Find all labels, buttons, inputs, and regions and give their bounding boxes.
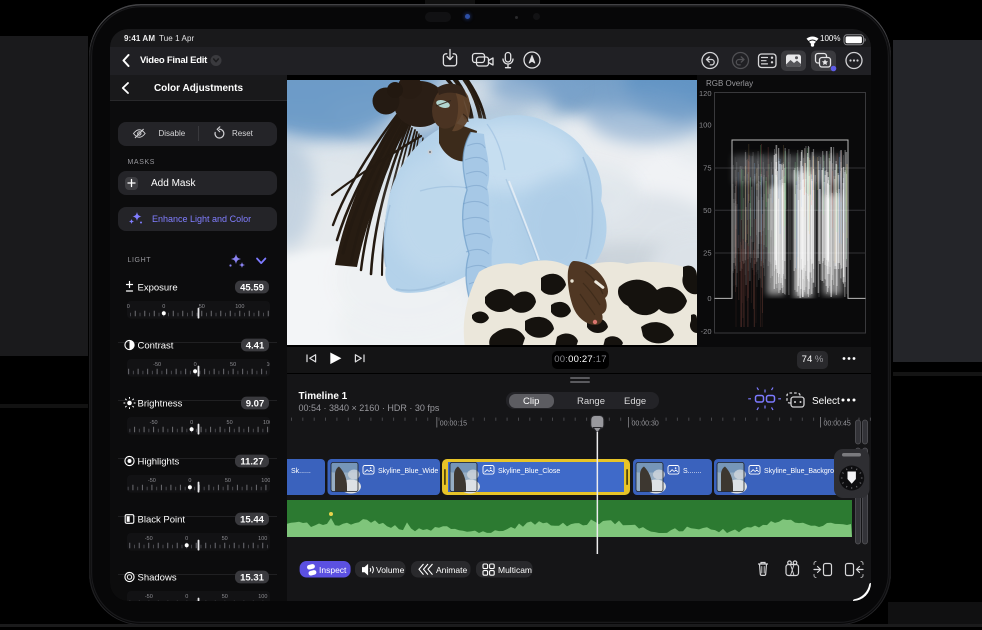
svg-text:Brightness: Brightness — [138, 399, 183, 410]
svg-text:Shadows: Shadows — [138, 573, 177, 584]
svg-text:50: 50 — [199, 304, 205, 310]
svg-text:50: 50 — [222, 594, 228, 600]
svg-text:0: 0 — [185, 536, 188, 542]
svg-text:Multicam: Multicam — [498, 565, 532, 575]
svg-text:100: 100 — [699, 121, 712, 130]
svg-text:Black Point: Black Point — [138, 515, 186, 526]
svg-text:Skyline_Blue_Close: Skyline_Blue_Close — [498, 468, 560, 475]
svg-text:50: 50 — [222, 536, 228, 542]
svg-text:50: 50 — [230, 362, 236, 368]
svg-text:25: 25 — [703, 249, 711, 258]
svg-text:75: 75 — [703, 164, 711, 173]
svg-text:00:00:30: 00:00:30 — [632, 421, 659, 428]
svg-text:Skyline_Blue_Wide: Skyline_Blue_Wide — [378, 468, 438, 475]
svg-text:S.......: S....... — [683, 468, 701, 475]
svg-text:9.07: 9.07 — [246, 399, 265, 410]
svg-text:Sk......: Sk...... — [291, 468, 311, 475]
svg-text:Highlights: Highlights — [138, 457, 180, 468]
svg-text:4.41: 4.41 — [246, 341, 265, 352]
svg-text:100: 100 — [258, 594, 267, 600]
svg-text:0: 0 — [707, 294, 711, 303]
svg-text:Animate: Animate — [436, 565, 467, 575]
svg-text:100: 100 — [258, 536, 267, 542]
svg-text:50: 50 — [227, 420, 233, 426]
svg-text:-50: -50 — [122, 304, 130, 310]
svg-text:100: 100 — [235, 304, 244, 310]
svg-text:Contrast: Contrast — [138, 341, 174, 352]
svg-text:00:00:15: 00:00:15 — [440, 421, 467, 428]
svg-text:50: 50 — [703, 206, 711, 215]
svg-text:0: 0 — [188, 478, 191, 484]
svg-text:150: 150 — [273, 304, 282, 310]
svg-text:120: 120 — [699, 89, 712, 98]
svg-text:100: 100 — [261, 478, 270, 484]
svg-text:Skyline_Blue_Backgroun: Skyline_Blue_Backgroun — [764, 468, 842, 475]
svg-text:00:00:45: 00:00:45 — [824, 421, 851, 428]
svg-text:15.31: 15.31 — [240, 573, 264, 584]
svg-text:-50: -50 — [148, 478, 156, 484]
svg-text:-20: -20 — [701, 327, 712, 336]
svg-text:100: 100 — [267, 362, 276, 368]
svg-text:15.44: 15.44 — [240, 515, 264, 526]
svg-text:0: 0 — [190, 420, 193, 426]
svg-text:Volume: Volume — [376, 565, 405, 575]
svg-text:11.27: 11.27 — [240, 457, 263, 468]
svg-text:-50: -50 — [145, 536, 153, 542]
svg-text:Exposure: Exposure — [138, 283, 178, 294]
svg-text:-50: -50 — [153, 362, 161, 368]
svg-text:-50: -50 — [150, 420, 158, 426]
svg-text:0: 0 — [162, 304, 165, 310]
svg-text:0: 0 — [194, 362, 197, 368]
svg-text:Inspect: Inspect — [319, 565, 347, 575]
svg-text:-50: -50 — [145, 594, 153, 600]
svg-text:50: 50 — [225, 478, 231, 484]
svg-text:45.59: 45.59 — [240, 283, 264, 294]
svg-text:0: 0 — [185, 594, 188, 600]
svg-text:100: 100 — [263, 420, 272, 426]
